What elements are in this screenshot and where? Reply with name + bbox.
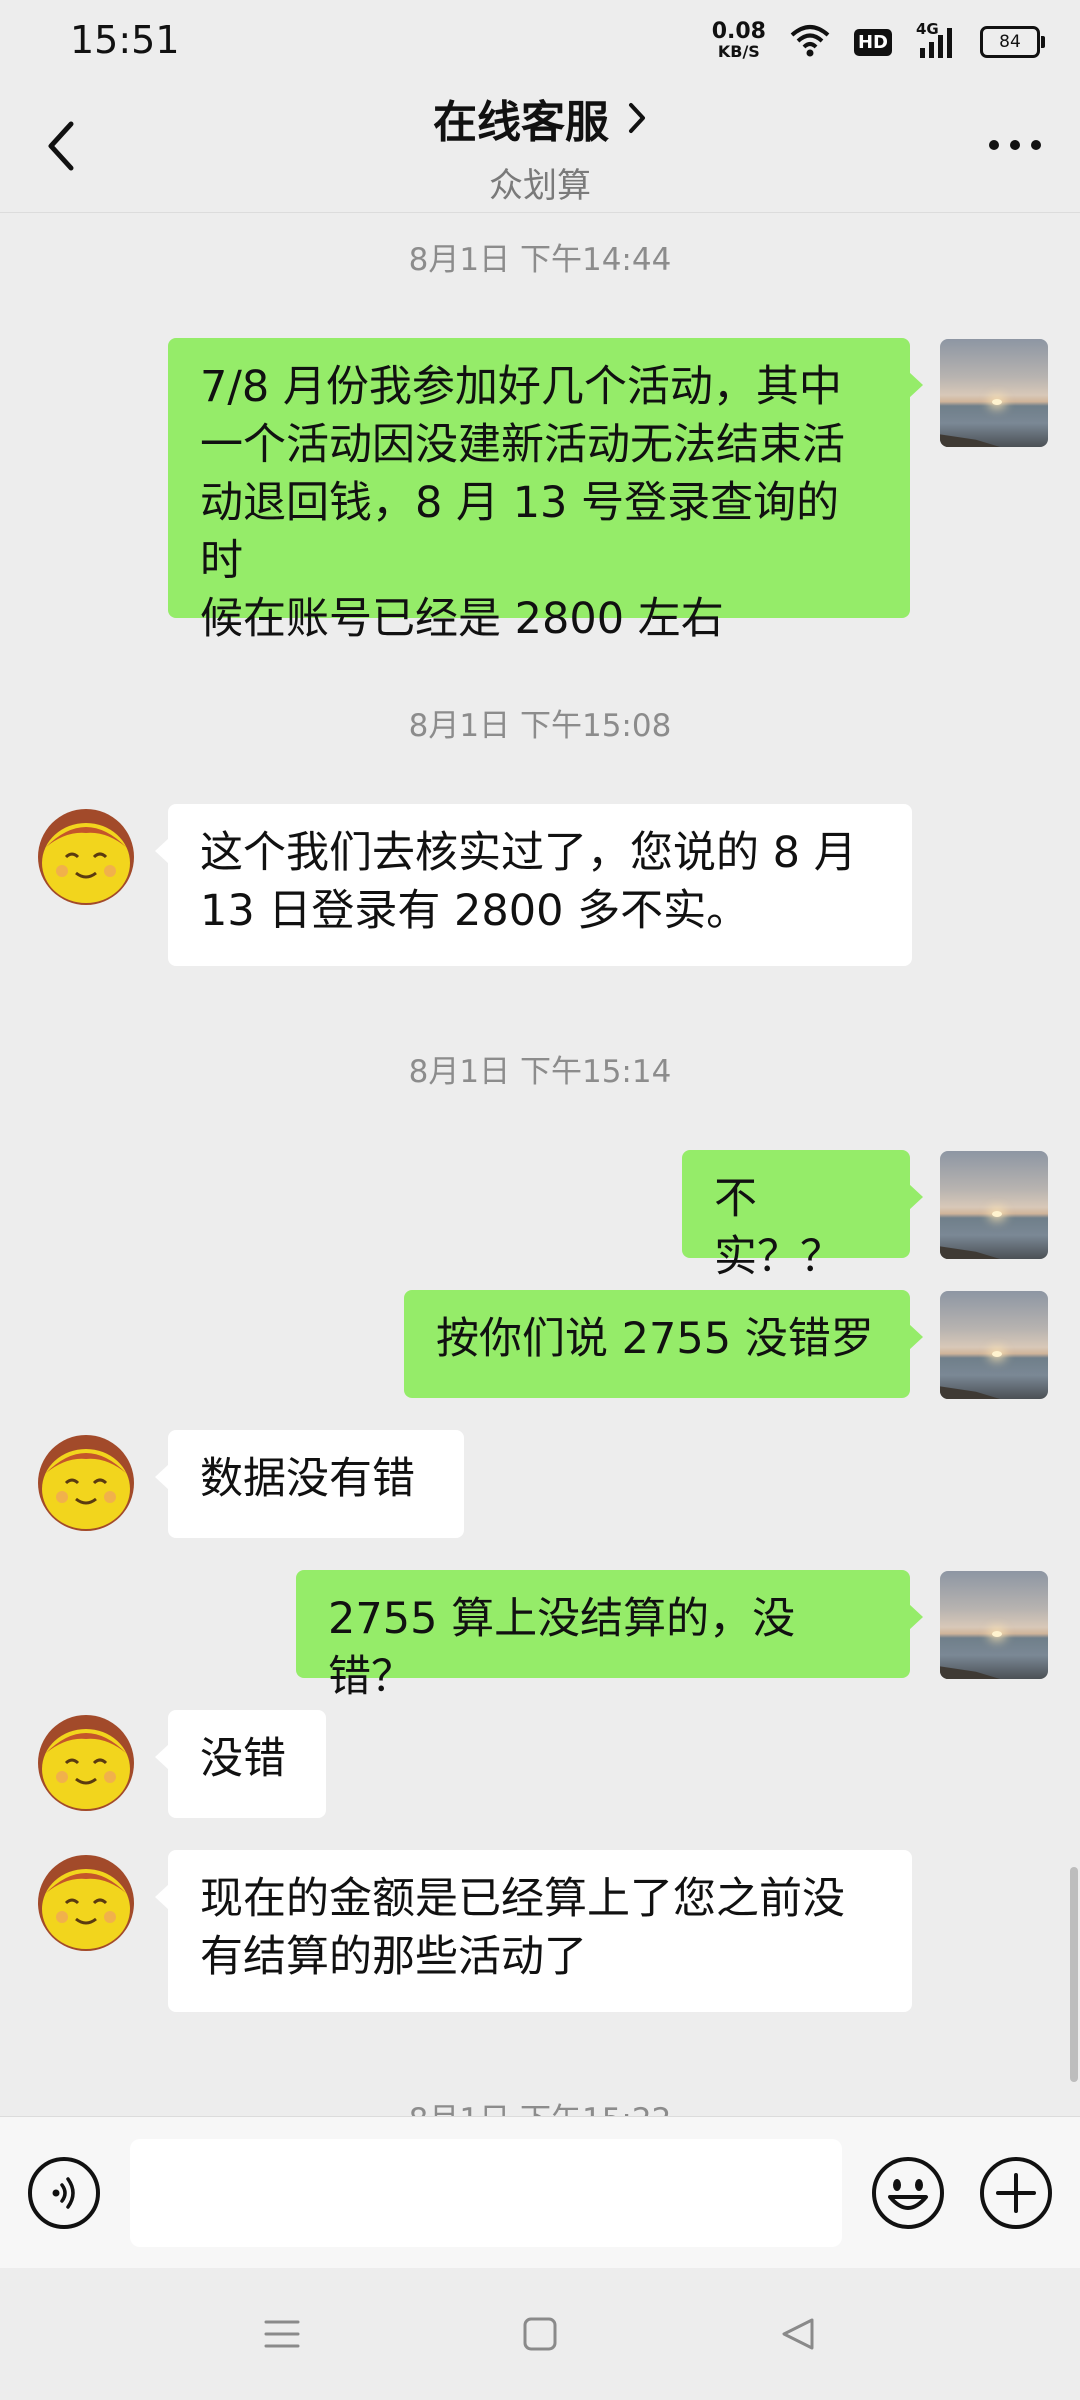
more-button[interactable] xyxy=(980,120,1050,170)
title-area[interactable]: 在线客服 众划算 xyxy=(0,86,1080,207)
network-speed-unit: KB/S xyxy=(717,42,760,61)
home-square-icon xyxy=(523,2317,557,2351)
timestamp: 8月1日 下午14:44 xyxy=(408,242,672,278)
network-speed: 0.08 KB/S xyxy=(711,19,766,62)
message-bubble-received[interactable]: 这个我们去核实过了，您说的 8 月 13 日登录有 2800 多不实。 xyxy=(155,804,912,966)
timestamp: 8月1日 下午15:14 xyxy=(408,1054,672,1090)
voice-icon xyxy=(52,2177,75,2209)
user-avatar[interactable] xyxy=(940,1291,1048,1399)
chat-header: 在线客服 众划算 xyxy=(0,80,1080,213)
agent-avatar[interactable] xyxy=(36,807,136,907)
status-bar: 15:51 0.08 KB/S HD 4G 84 xyxy=(0,0,1080,80)
message-bubble-sent[interactable]: 不实？？ xyxy=(682,1150,923,1282)
chat-title[interactable]: 在线客服 xyxy=(433,86,647,150)
message-bubble-received[interactable]: 现在的金额是已经算上了您之前没 有结算的那些活动了 xyxy=(155,1850,912,2012)
agent-avatar[interactable] xyxy=(36,1853,136,1953)
voice-button[interactable] xyxy=(28,2157,100,2229)
menu-icon xyxy=(264,2320,300,2348)
plus-icon[interactable] xyxy=(978,2155,1054,2231)
message-bubble-received[interactable]: 没错 xyxy=(155,1710,326,1818)
agent-avatar[interactable] xyxy=(36,1433,136,1533)
chat-subtitle: 众划算 xyxy=(489,166,591,206)
message-bubble-sent[interactable]: 按你们说 2755 没错罗 xyxy=(404,1290,923,1398)
user-avatar[interactable] xyxy=(940,339,1048,447)
user-avatar[interactable] xyxy=(940,1571,1048,1679)
back-nav-button[interactable] xyxy=(768,2304,828,2364)
chat-title-text: 在线客服 xyxy=(433,97,609,148)
input-bar xyxy=(0,2116,1080,2269)
signal-icon: 4G xyxy=(916,20,956,60)
timestamp: 8月1日 下午15:08 xyxy=(408,708,672,744)
system-nav-bar xyxy=(0,2268,1080,2400)
hd-badge: HD xyxy=(853,28,892,56)
scrollbar-thumb[interactable] xyxy=(1070,1867,1078,2082)
message-bubble-received[interactable]: 数据没有错 xyxy=(155,1430,464,1538)
message-bubble-sent[interactable]: 7/8 月份我参加好几个活动，其中 一个活动因没建新活动无法结束活 动退回钱，8… xyxy=(168,338,923,644)
status-time: 15:51 xyxy=(70,18,180,62)
network-speed-value: 0.08 xyxy=(711,19,766,44)
more-dots-icon xyxy=(989,140,1041,150)
home-button[interactable] xyxy=(510,2304,570,2364)
status-icons: 0.08 KB/S HD 4G 84 xyxy=(711,18,1045,66)
battery-icon: 84 xyxy=(980,26,1045,58)
user-avatar[interactable] xyxy=(940,1151,1048,1259)
wifi-icon xyxy=(790,23,830,61)
back-triangle-icon xyxy=(782,2318,814,2350)
emoji-icon[interactable] xyxy=(870,2155,946,2231)
message-bubble-sent[interactable]: 2755 算上没结算的，没错？ xyxy=(296,1570,923,1702)
timestamp: 8月1日 下午15:22 xyxy=(0,2094,1080,2116)
agent-avatar[interactable] xyxy=(36,1713,136,1813)
chevron-right-icon xyxy=(629,103,645,133)
chat-area[interactable]: 8月1日 下午14:44 7/8 月份我参加好几个活动，其中 一个活动因没建新活… xyxy=(0,212,1080,2116)
menu-button[interactable] xyxy=(252,2304,312,2364)
message-input[interactable] xyxy=(130,2139,842,2247)
